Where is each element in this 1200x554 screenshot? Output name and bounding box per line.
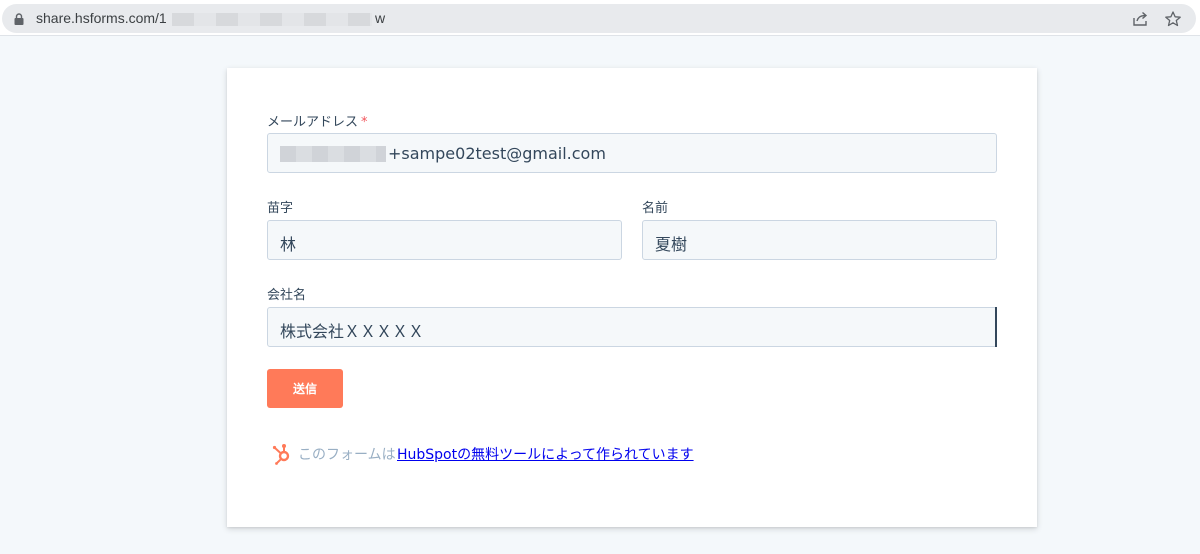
address-bar[interactable]: share.hsforms.com/1 w [2, 4, 1196, 33]
company-field[interactable]: 株式会社ＸＸＸＸＸ [267, 307, 997, 347]
branding-prefix: このフォームは [298, 447, 396, 463]
email-label-text: メールアドレス [267, 115, 359, 130]
first-name-label: 名前 [642, 201, 669, 216]
star-icon[interactable] [1164, 11, 1182, 27]
share-icon[interactable] [1132, 11, 1150, 27]
first-name-value: 夏樹 [655, 235, 688, 254]
email-label: メールアドレス * [267, 111, 368, 130]
url-redacted [172, 13, 372, 26]
browser-toolbar: share.hsforms.com/1 w [0, 0, 1200, 36]
email-field[interactable]: +sampe02test@gmail.com [267, 133, 997, 173]
company-value: 株式会社ＸＸＸＸＸ [280, 322, 425, 341]
hubspot-sprocket-icon [272, 444, 290, 465]
company-label: 会社名 [267, 288, 307, 303]
lock-icon[interactable] [14, 13, 24, 25]
submit-button[interactable]: 送信 [267, 369, 343, 408]
url-tail[interactable]: w [375, 10, 385, 26]
last-name-label: 苗字 [267, 201, 294, 216]
required-mark: * [361, 115, 368, 130]
hubspot-link[interactable]: HubSpotの無料ツールによって作られています [397, 444, 694, 464]
text-cursor [995, 307, 997, 347]
last-name-field[interactable]: 林 [267, 220, 622, 260]
first-name-field[interactable]: 夏樹 [642, 220, 997, 260]
url-text[interactable]: share.hsforms.com/1 [36, 10, 167, 26]
email-redacted [280, 146, 386, 162]
last-name-value: 林 [280, 235, 297, 254]
email-value: +sampe02test@gmail.com [388, 144, 606, 163]
